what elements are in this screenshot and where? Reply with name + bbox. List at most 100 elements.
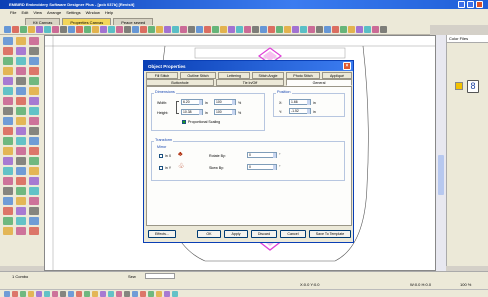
toolbar-tool-icon[interactable]: [348, 26, 355, 33]
mirror-y-checkbox[interactable]: [159, 166, 163, 170]
menu-arrange[interactable]: Arrange: [47, 10, 61, 15]
bottom-tool-icon[interactable]: [76, 291, 82, 297]
minimize-icon[interactable]: [458, 1, 465, 8]
toolbar-tool-icon[interactable]: [196, 26, 203, 33]
rotate-input[interactable]: 0: [247, 152, 277, 158]
drawing-tool-icon[interactable]: [29, 207, 39, 215]
skew-input[interactable]: 0: [247, 164, 277, 170]
bottom-tool-icon[interactable]: [4, 291, 10, 297]
tab-applique[interactable]: Appliqué: [322, 72, 352, 79]
proportional-scaling-checkbox[interactable]: [182, 120, 186, 124]
toolbar-tool-icon[interactable]: [364, 26, 371, 33]
drawing-tool-icon[interactable]: [3, 227, 13, 235]
toolbar-tool-icon[interactable]: [284, 26, 291, 33]
toolbar-tool-icon[interactable]: [180, 26, 187, 33]
drawing-tool-icon[interactable]: [29, 157, 39, 165]
bottom-tool-icon[interactable]: [164, 291, 170, 297]
drawing-tool-icon[interactable]: [16, 77, 26, 85]
toolbar-tool-icon[interactable]: [292, 26, 299, 33]
toolbar-tool-icon[interactable]: [188, 26, 195, 33]
save-to-template-button[interactable]: Save To Template: [309, 230, 351, 238]
drawing-tool-icon[interactable]: [29, 67, 39, 75]
bottom-tool-icon[interactable]: [28, 291, 34, 297]
menu-edit[interactable]: Edit: [21, 10, 28, 15]
color-swatch-yellow[interactable]: [455, 82, 463, 90]
maximize-icon[interactable]: [467, 1, 474, 8]
bottom-tool-icon[interactable]: [92, 291, 98, 297]
drawing-tool-icon[interactable]: [3, 117, 13, 125]
drawing-tool-icon[interactable]: [16, 147, 26, 155]
bottom-tool-icon[interactable]: [36, 291, 42, 297]
drawing-tool-icon[interactable]: [16, 57, 26, 65]
drawing-tool-icon[interactable]: [29, 57, 39, 65]
drawing-tool-icon[interactable]: [16, 227, 26, 235]
height-percent-input[interactable]: 100: [214, 109, 236, 115]
bottom-tool-icon[interactable]: [108, 291, 114, 297]
drawing-tool-icon[interactable]: [3, 177, 13, 185]
menu-window[interactable]: Window: [86, 10, 100, 15]
drawing-tool-icon[interactable]: [3, 157, 13, 165]
bottom-tool-icon[interactable]: [132, 291, 138, 297]
bottom-tool-icon[interactable]: [156, 291, 162, 297]
toolbar-tool-icon[interactable]: [300, 26, 307, 33]
bottom-tool-icon[interactable]: [12, 291, 18, 297]
drawing-tool-icon[interactable]: [29, 217, 39, 225]
drawing-tool-icon[interactable]: [16, 157, 26, 165]
drawing-tool-icon[interactable]: [3, 37, 13, 45]
toolbar-tool-icon[interactable]: [124, 26, 131, 33]
tab-photo-stitch[interactable]: Photo Stitch: [286, 72, 320, 79]
toolbar-tool-icon[interactable]: [316, 26, 323, 33]
drawing-tool-icon[interactable]: [3, 97, 13, 105]
drawing-tool-icon[interactable]: [16, 127, 26, 135]
drawing-tool-icon[interactable]: [29, 97, 39, 105]
toolbar-tool-icon[interactable]: [372, 26, 379, 33]
cancel-button[interactable]: Cancel: [280, 230, 306, 238]
toolbar-tool-icon[interactable]: [380, 26, 387, 33]
drawing-tool-icon[interactable]: [29, 77, 39, 85]
toolbar-tool-icon[interactable]: [332, 26, 339, 33]
drawing-tool-icon[interactable]: [29, 127, 39, 135]
close-icon[interactable]: ×: [343, 62, 351, 70]
toolbar-tool-icon[interactable]: [148, 26, 155, 33]
toolbar-tool-icon[interactable]: [28, 26, 35, 33]
toolbar-tool-icon[interactable]: [52, 26, 59, 33]
drawing-tool-icon[interactable]: [29, 177, 39, 185]
drawing-tool-icon[interactable]: [3, 147, 13, 155]
tab-lettering[interactable]: Lettering: [218, 72, 250, 79]
toolbar-tool-icon[interactable]: [60, 26, 67, 33]
bottom-tool-icon[interactable]: [100, 291, 106, 297]
close-window-icon[interactable]: [476, 1, 483, 8]
bottom-tool-icon[interactable]: [140, 291, 146, 297]
toolbar-tool-icon[interactable]: [140, 26, 147, 33]
ok-button[interactable]: OK: [197, 230, 221, 238]
tab-outline-stitch[interactable]: Outline Stitch: [180, 72, 216, 79]
toolbar-tool-icon[interactable]: [268, 26, 275, 33]
drawing-tool-icon[interactable]: [29, 147, 39, 155]
bottom-tool-icon[interactable]: [148, 291, 154, 297]
drawing-tool-icon[interactable]: [29, 107, 39, 115]
drawing-tool-icon[interactable]: [3, 57, 13, 65]
drawing-tool-icon[interactable]: [29, 47, 39, 55]
toolbar-tool-icon[interactable]: [252, 26, 259, 33]
bottom-tool-icon[interactable]: [20, 291, 26, 297]
drawing-tool-icon[interactable]: [29, 87, 39, 95]
bottom-tool-icon[interactable]: [52, 291, 58, 297]
drawing-tool-icon[interactable]: [3, 197, 13, 205]
drawing-tool-icon[interactable]: [3, 77, 13, 85]
drawing-tool-icon[interactable]: [16, 117, 26, 125]
menu-help[interactable]: Help: [105, 10, 113, 15]
drawing-tool-icon[interactable]: [16, 37, 26, 45]
drawing-tool-icon[interactable]: [29, 227, 39, 235]
discard-button[interactable]: Discard: [251, 230, 277, 238]
drawing-tool-icon[interactable]: [29, 37, 39, 45]
drawing-tool-icon[interactable]: [16, 197, 26, 205]
toolbar-tool-icon[interactable]: [356, 26, 363, 33]
mode-select[interactable]: [145, 273, 175, 279]
toolbar-tool-icon[interactable]: [4, 26, 11, 33]
bottom-tool-icon[interactable]: [44, 291, 50, 297]
toolbar-tool-icon[interactable]: [260, 26, 267, 33]
drawing-tool-icon[interactable]: [3, 167, 13, 175]
drawing-tool-icon[interactable]: [3, 47, 13, 55]
bottom-tool-icon[interactable]: [116, 291, 122, 297]
toolbar-tool-icon[interactable]: [36, 26, 43, 33]
